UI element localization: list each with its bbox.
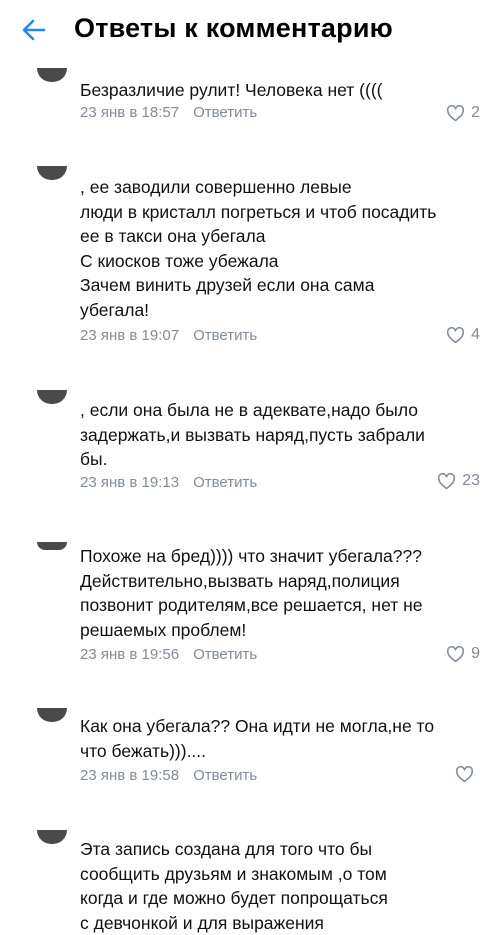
like-button[interactable]: 9	[446, 645, 480, 663]
reply-button[interactable]: Ответить	[193, 767, 257, 784]
comment-text: , если она была не в адеквате,надо было …	[80, 400, 425, 470]
avatar[interactable]	[37, 542, 67, 550]
like-button[interactable]: 23	[437, 472, 480, 490]
avatar[interactable]	[37, 390, 67, 404]
avatar[interactable]	[37, 708, 67, 722]
comment-text: Похоже на бред)))) что значит убегала???…	[80, 546, 423, 640]
reply-button[interactable]: Ответить	[193, 646, 257, 663]
heart-icon	[455, 766, 474, 783]
back-arrow-icon[interactable]	[20, 16, 48, 44]
like-button[interactable]: 4	[446, 326, 480, 344]
comment-meta: 23 янв в 18:57 Ответить	[80, 104, 257, 121]
reply-button[interactable]: Ответить	[193, 474, 257, 491]
reply-button[interactable]: Ответить	[193, 104, 257, 121]
avatar[interactable]	[37, 68, 67, 82]
like-count: 2	[471, 104, 480, 121]
comment-text: , ее заводили совершенно левые люди в кр…	[80, 177, 437, 320]
comment-text: Как она убегала?? Она идти не могла,не т…	[80, 716, 435, 761]
comment-meta: 23 янв в 19:13 Ответить	[80, 474, 257, 491]
heart-icon	[447, 104, 465, 121]
like-count: 23	[462, 472, 480, 489]
avatar[interactable]	[37, 830, 67, 844]
like-button[interactable]: 2	[446, 104, 480, 122]
comment-time: 23 янв в 19:07	[80, 327, 180, 344]
comment-text: Безразличие рулит! Человека нет ((((	[80, 80, 383, 100]
heart-icon	[447, 326, 465, 343]
heart-icon	[438, 472, 456, 489]
comment-meta: 23 янв в 19:07 Ответить	[80, 327, 257, 344]
header: Ответы к комментарию	[0, 0, 500, 62]
comment-time: 23 янв в 18:57	[80, 104, 180, 121]
comment-time: 23 янв в 19:56	[80, 646, 180, 663]
comment-text: Эта запись создана для того что бы сообщ…	[80, 839, 388, 933]
comment-time: 23 янв в 19:58	[80, 767, 180, 784]
comment-time: 23 янв в 19:13	[80, 474, 180, 491]
like-count: 4	[471, 326, 480, 343]
page-title: Ответы к комментарию	[74, 13, 393, 43]
comment-meta: 23 янв в 19:56 Ответить	[80, 646, 257, 663]
heart-icon	[447, 645, 465, 662]
reply-button[interactable]: Ответить	[193, 327, 257, 344]
like-count: 9	[471, 645, 480, 662]
like-button[interactable]	[455, 766, 480, 783]
avatar[interactable]	[37, 166, 67, 180]
comment-meta: 23 янв в 19:58 Ответить	[80, 767, 257, 784]
